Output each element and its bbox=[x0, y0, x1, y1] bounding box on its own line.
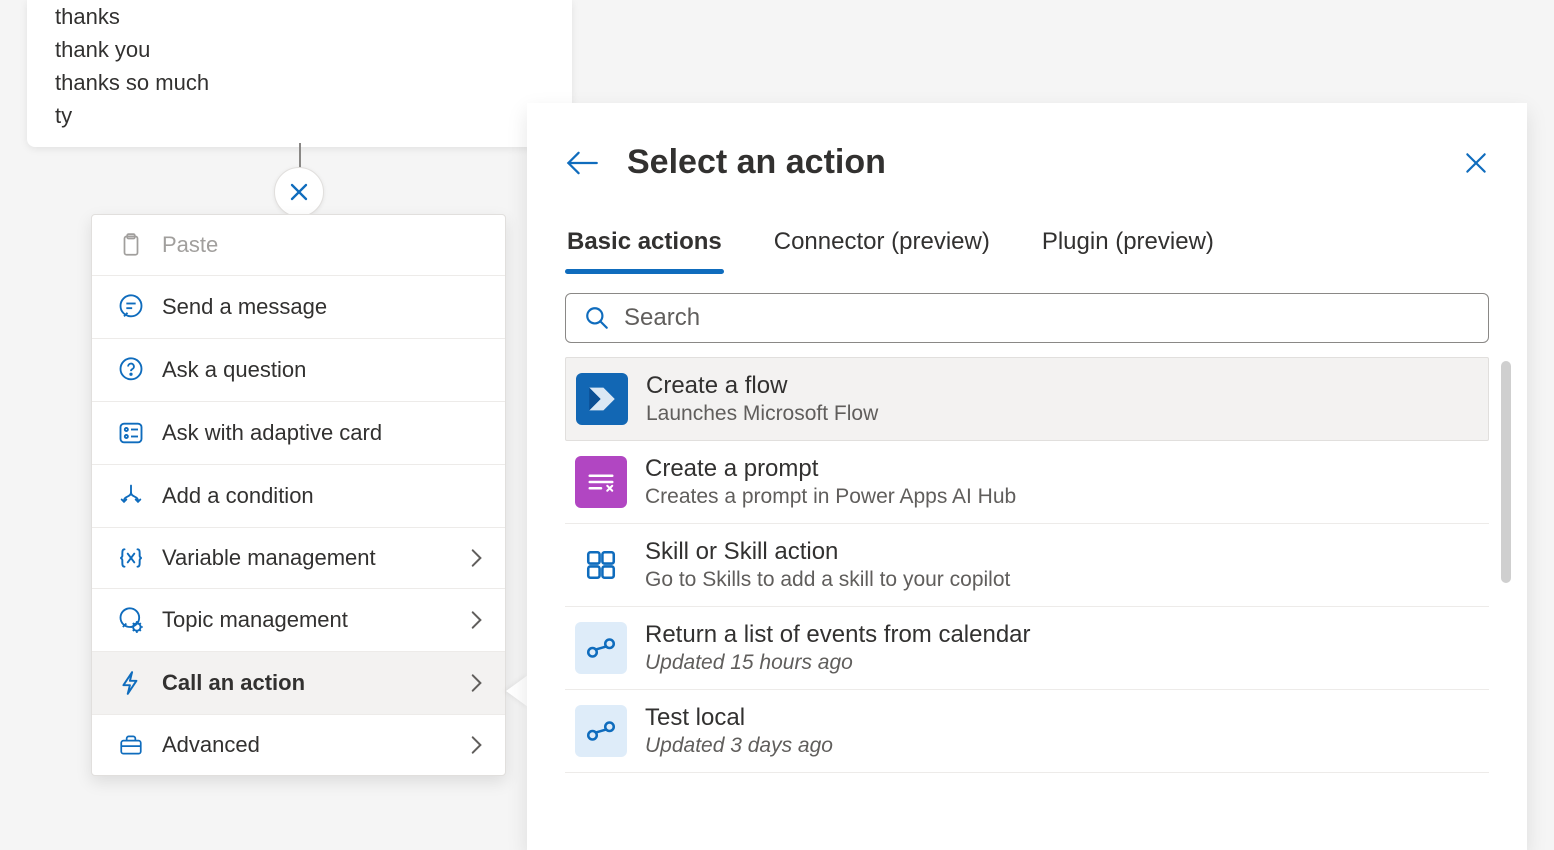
panel-title: Select an action bbox=[627, 143, 1435, 182]
action-subtitle: Go to Skills to add a skill to your copi… bbox=[645, 568, 1010, 592]
menu-paste[interactable]: Paste bbox=[92, 215, 505, 275]
trigger-phrase: thanks bbox=[55, 0, 552, 33]
tab-basic-actions[interactable]: Basic actions bbox=[565, 220, 724, 272]
toolbox-icon bbox=[114, 732, 148, 758]
cloud-flow-icon bbox=[575, 622, 627, 674]
action-title: Create a flow bbox=[646, 372, 878, 400]
trigger-phrase: ty bbox=[55, 99, 552, 132]
menu-label: Ask with adaptive card bbox=[162, 420, 382, 446]
clipboard-icon bbox=[114, 232, 148, 258]
chevron-right-icon bbox=[469, 547, 483, 569]
close-icon bbox=[1463, 150, 1489, 176]
menu-call-action[interactable]: Call an action bbox=[92, 651, 505, 714]
menu-topic-management[interactable]: Topic management bbox=[92, 588, 505, 651]
action-title: Test local bbox=[645, 704, 833, 732]
menu-label: Variable management bbox=[162, 545, 376, 571]
skill-grid-icon bbox=[575, 539, 627, 591]
search-box[interactable] bbox=[565, 293, 1489, 343]
select-action-panel: Select an action Basic actions Connector… bbox=[527, 103, 1527, 850]
tab-connector[interactable]: Connector (preview) bbox=[772, 220, 992, 272]
lightning-icon bbox=[114, 669, 148, 697]
trigger-phrase: thank you bbox=[55, 33, 552, 66]
scrollbar[interactable] bbox=[1501, 361, 1511, 583]
action-title: Skill or Skill action bbox=[645, 538, 1010, 566]
tab-plugin[interactable]: Plugin (preview) bbox=[1040, 220, 1216, 272]
cloud-flow-icon bbox=[575, 705, 627, 757]
action-create-flow[interactable]: Create a flow Launches Microsoft Flow bbox=[565, 357, 1489, 441]
menu-variable-management[interactable]: Variable management bbox=[92, 527, 505, 588]
action-subtitle: Updated 15 hours ago bbox=[645, 651, 1031, 675]
arrow-left-icon bbox=[565, 150, 599, 176]
topic-gear-icon bbox=[114, 606, 148, 634]
panel-tabs: Basic actions Connector (preview) Plugin… bbox=[565, 220, 1489, 273]
action-title: Create a prompt bbox=[645, 455, 1016, 483]
menu-label: Ask a question bbox=[162, 357, 306, 383]
menu-label: Advanced bbox=[162, 732, 260, 758]
action-skill[interactable]: Skill or Skill action Go to Skills to ad… bbox=[565, 524, 1489, 607]
action-subtitle: Creates a prompt in Power Apps AI Hub bbox=[645, 485, 1016, 509]
power-automate-icon bbox=[576, 373, 628, 425]
search-icon bbox=[584, 305, 610, 331]
branch-icon bbox=[114, 482, 148, 510]
action-create-prompt[interactable]: Create a prompt Creates a prompt in Powe… bbox=[565, 441, 1489, 524]
chat-icon bbox=[114, 293, 148, 321]
node-context-menu: Paste Send a message Ask a question Ask … bbox=[91, 214, 506, 776]
menu-ask-adaptive-card[interactable]: Ask with adaptive card bbox=[92, 401, 505, 464]
search-input[interactable] bbox=[624, 304, 1470, 332]
menu-send-message[interactable]: Send a message bbox=[92, 275, 505, 338]
menu-advanced[interactable]: Advanced bbox=[92, 714, 505, 775]
chevron-right-icon bbox=[469, 734, 483, 756]
menu-label: Add a condition bbox=[162, 483, 314, 509]
menu-add-condition[interactable]: Add a condition bbox=[92, 464, 505, 527]
menu-label: Topic management bbox=[162, 607, 348, 633]
back-button[interactable] bbox=[565, 150, 599, 176]
flyout-arrow bbox=[506, 675, 528, 707]
action-subtitle: Launches Microsoft Flow bbox=[646, 402, 878, 426]
menu-label: Paste bbox=[162, 232, 218, 258]
action-calendar-events[interactable]: Return a list of events from calendar Up… bbox=[565, 607, 1489, 690]
action-subtitle: Updated 3 days ago bbox=[645, 734, 833, 758]
chevron-right-icon bbox=[469, 609, 483, 631]
trigger-phrases-card[interactable]: thanks thank you thanks so much ty bbox=[27, 0, 572, 147]
close-button[interactable] bbox=[1463, 150, 1489, 176]
menu-label: Call an action bbox=[162, 670, 305, 696]
chevron-right-icon bbox=[469, 672, 483, 694]
action-title: Return a list of events from calendar bbox=[645, 621, 1031, 649]
authoring-canvas: thanks thank you thanks so much ty Paste… bbox=[0, 0, 1554, 850]
trigger-phrase: thanks so much bbox=[55, 66, 552, 99]
add-node-button[interactable] bbox=[274, 167, 324, 217]
action-test-local[interactable]: Test local Updated 3 days ago bbox=[565, 690, 1489, 773]
menu-ask-question[interactable]: Ask a question bbox=[92, 338, 505, 401]
menu-label: Send a message bbox=[162, 294, 327, 320]
prompt-icon bbox=[575, 456, 627, 508]
question-icon bbox=[114, 356, 148, 384]
panel-header: Select an action bbox=[565, 143, 1489, 182]
card-form-icon bbox=[114, 419, 148, 447]
variable-icon bbox=[114, 545, 148, 571]
close-icon bbox=[285, 178, 313, 206]
action-list: Create a flow Launches Microsoft Flow Cr… bbox=[565, 357, 1489, 773]
